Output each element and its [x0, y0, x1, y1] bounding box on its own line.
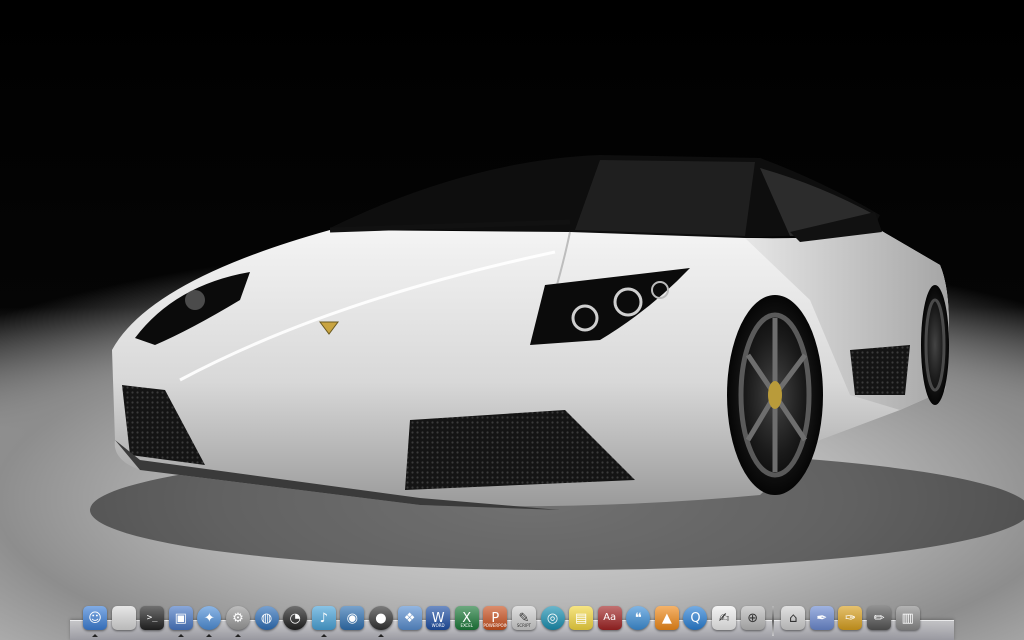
photo-icon-glyph: ❖: [403, 610, 416, 626]
excel-label: EXCEL: [460, 623, 473, 628]
dock-item-vortex[interactable]: ◎: [540, 602, 566, 636]
music-note-icon-glyph: ♪: [319, 610, 328, 626]
compass-icon-glyph: ✦: [203, 610, 215, 626]
dock-item-pen-tool[interactable]: ✒: [809, 602, 835, 636]
trash-icon: ▥: [895, 606, 920, 630]
dock-item-itunes[interactable]: ♪: [311, 602, 337, 637]
dock-item-trash[interactable]: ▥: [895, 602, 921, 636]
dock-item-textedit[interactable]: ✍: [711, 602, 737, 636]
traffic-cone-icon-glyph: ▲: [661, 610, 672, 626]
dock-item-finder[interactable]: ☺: [82, 602, 108, 637]
dock-item-excel[interactable]: X EXCEL: [454, 602, 480, 636]
video-camera-icon-glyph: ●: [375, 610, 387, 626]
dock-item-quicktime[interactable]: Q: [682, 602, 708, 636]
running-indicator: [206, 634, 213, 637]
sports-car-wallpaper: [90, 155, 1024, 570]
video-camera-icon: ●: [368, 606, 393, 630]
pen-tool-icon: ✒: [809, 606, 834, 630]
dock-item-terminal[interactable]: >_: [139, 602, 165, 636]
camera-icon-glyph: ◉: [346, 610, 359, 626]
dock: ☺ >_ ▣ ✦ ⚙ ◍ ◔ ♪ ◉ ● ❖ WWORDXEXCELPPOWERPOINT✎SCRIP…: [78, 602, 946, 640]
word-label: WORD: [431, 623, 445, 628]
apple-icon: [111, 606, 136, 630]
dock-item-script[interactable]: ✎ SCRIPT: [511, 602, 537, 636]
pen-tool-icon-glyph: ✒: [816, 610, 828, 626]
sticky-notes-icon-glyph: ▤: [574, 610, 588, 626]
running-indicator: [92, 634, 98, 637]
running-indicator: [177, 634, 184, 637]
house-icon-glyph: ⌂: [789, 610, 798, 626]
dock-item-diskutil[interactable]: ⊕: [740, 602, 766, 636]
terminal-icon: >_: [140, 606, 165, 630]
quicktime-icon: Q: [683, 606, 708, 630]
dictionary-icon: Aa: [597, 606, 622, 630]
dock-item-stickies[interactable]: ▤: [568, 602, 594, 636]
finder-icon: ☺: [83, 606, 107, 630]
trash-icon-glyph: ▥: [901, 610, 914, 626]
dock-item-apple[interactable]: [111, 602, 137, 636]
chat-bubble-icon: ❝: [626, 606, 651, 630]
dock-item-preview[interactable]: ▣: [168, 602, 194, 637]
document-pen-icon-glyph: ✍: [718, 610, 730, 626]
gear-icon: ⚙: [225, 606, 250, 630]
front-wheel: [727, 295, 823, 495]
quill-icon-glyph: ✑: [844, 610, 856, 626]
running-indicator: [320, 634, 327, 637]
compass-icon: ✦: [197, 606, 222, 630]
quill-icon: ✑: [838, 606, 863, 630]
music-note-icon: ♪: [311, 606, 336, 630]
dock-item-safari[interactable]: ✦: [196, 602, 222, 637]
dock-separator: [772, 606, 775, 636]
dock-item-vlc[interactable]: ▲: [654, 602, 680, 636]
sticky-notes-icon: ▤: [569, 606, 594, 630]
chat-bubble-icon-glyph: ❝: [634, 610, 642, 626]
pencil-icon: ✏: [867, 606, 892, 630]
stethoscope-icon: ⊕: [740, 606, 765, 630]
powerpoint-label: POWERPOINT: [483, 623, 508, 628]
dictionary-icon-glyph: Aa: [603, 612, 617, 623]
dock-item-powerpoint[interactable]: PPOWERPOINT: [482, 602, 508, 636]
word-icon: W WORD: [426, 606, 451, 630]
rear-wheel: [921, 285, 949, 405]
clock-icon: ◔: [283, 606, 308, 630]
dock-item-home[interactable]: ⌂: [780, 602, 806, 636]
dock-item-preferences[interactable]: ⚙: [225, 602, 251, 637]
quicktime-icon-glyph: Q: [690, 610, 701, 626]
script-icon: ✎ SCRIPT: [511, 606, 536, 630]
preview-icon-glyph: ▣: [174, 610, 187, 626]
vortex-icon-glyph: ◎: [546, 610, 559, 626]
document-pen-icon: ✍: [712, 606, 737, 630]
dock-item-word[interactable]: W WORD: [425, 602, 451, 636]
dock-item-dictionary[interactable]: Aa: [597, 602, 623, 636]
powerpoint-icon: PPOWERPOINT: [483, 606, 508, 630]
dock-item-quill[interactable]: ✑: [837, 602, 863, 636]
dock-item-facetime[interactable]: ●: [368, 602, 394, 637]
clock-icon-glyph: ◔: [289, 610, 301, 626]
dock-item-photos[interactable]: ◉: [339, 602, 365, 636]
desktop: ☺ >_ ▣ ✦ ⚙ ◍ ◔ ♪ ◉ ● ❖ WWORDXEXCELPPOWERPOINT✎SCRIP…: [0, 0, 1024, 640]
finder-icon-glyph: ☺: [88, 610, 102, 626]
vortex-icon: ◎: [540, 606, 565, 630]
preview-icon: ▣: [168, 606, 193, 630]
globe-icon: ◍: [254, 606, 279, 630]
excel-icon: X EXCEL: [454, 606, 479, 630]
gear-icon-glyph: ⚙: [232, 610, 244, 626]
dock-item-pencil[interactable]: ✏: [866, 602, 892, 636]
running-indicator: [234, 634, 241, 637]
script-label: SCRIPT: [516, 623, 531, 628]
camera-icon: ◉: [340, 606, 365, 630]
traffic-cone-icon: ▲: [654, 606, 679, 630]
dock-item-iphoto[interactable]: ❖: [397, 602, 423, 636]
dock-item-clock[interactable]: ◔: [282, 602, 308, 636]
house-icon: ⌂: [781, 606, 806, 630]
dock-item-chat[interactable]: ❝: [625, 602, 651, 636]
photo-icon: ❖: [397, 606, 422, 630]
dock-item-network[interactable]: ◍: [254, 602, 280, 636]
globe-icon-glyph: ◍: [260, 610, 273, 626]
stethoscope-icon-glyph: ⊕: [747, 610, 759, 626]
running-indicator: [377, 634, 384, 637]
pencil-icon-glyph: ✏: [873, 610, 885, 626]
terminal-icon-glyph: >_: [146, 612, 158, 623]
